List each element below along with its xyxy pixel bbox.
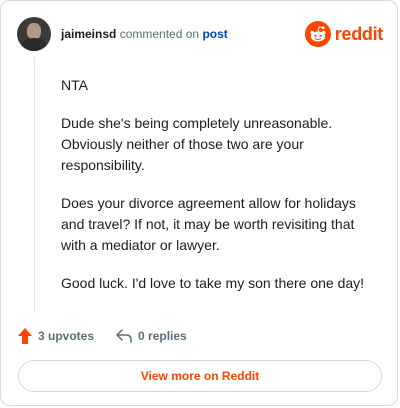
avatar[interactable] — [17, 17, 51, 51]
byline: jaimeinsd commented on post — [61, 27, 228, 41]
post-link[interactable]: post — [202, 27, 227, 41]
comment-actions: 3 upvotes 0 replies — [18, 326, 187, 346]
upvote-count: 3 upvotes — [38, 329, 95, 343]
reply-icon — [116, 329, 132, 343]
reply-count: 0 replies — [138, 329, 187, 343]
upvote-button[interactable]: 3 upvotes — [18, 328, 94, 344]
comment-header: jaimeinsd commented on post reddit — [17, 17, 383, 51]
embedded-comment-card: jaimeinsd commented on post reddit NTA D… — [0, 0, 398, 406]
comment-body: NTA Dude she's being completely unreason… — [61, 75, 377, 311]
comment-paragraph: Dude she's being completely unreasonable… — [61, 115, 333, 173]
reddit-brand-link[interactable]: reddit — [304, 20, 384, 48]
thread-line — [34, 57, 35, 313]
reddit-wordmark: reddit — [334, 23, 384, 44]
reddit-logo-icon — [304, 21, 331, 47]
comment-paragraph: Good luck. I'd love to take my son there… — [61, 275, 365, 291]
avatar-face — [27, 23, 41, 39]
comment-paragraph: NTA — [61, 77, 88, 93]
comment-paragraph: Does your divorce agreement allow for ho… — [61, 195, 356, 253]
avatar-shoulders — [21, 38, 47, 51]
action-text: commented on — [119, 27, 200, 41]
reply-button[interactable]: 0 replies — [116, 329, 187, 343]
username-link[interactable]: jaimeinsd — [61, 27, 116, 41]
view-more-button[interactable]: View more on Reddit — [18, 360, 382, 392]
upvote-arrow-icon — [18, 328, 32, 344]
